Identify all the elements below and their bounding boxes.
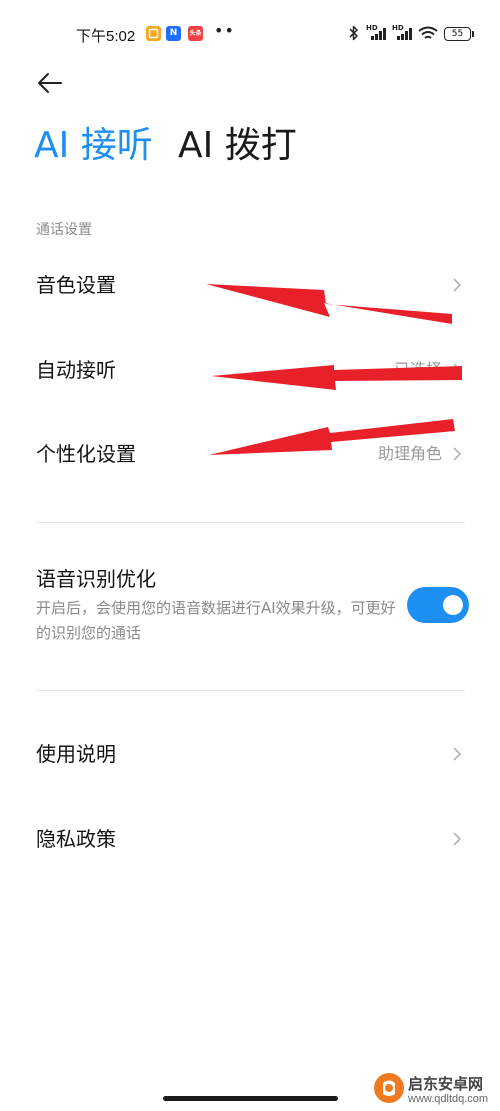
privacy-policy-label: 隐私政策 — [36, 827, 116, 851]
section-title-call-settings: 通话设置 — [36, 222, 92, 238]
wifi-icon — [418, 26, 438, 39]
signal-icon-1: HD — [366, 24, 388, 42]
status-time: 下午5:02 — [76, 28, 136, 45]
speech-optimization-title: 语音识别优化 — [36, 567, 156, 591]
n-app-icon: N — [166, 26, 181, 41]
personalization-label: 个性化设置 — [36, 442, 136, 466]
tab-ai-answer[interactable]: AI 接听 — [34, 122, 153, 170]
toggle-knob — [443, 595, 463, 615]
tab-ai-dial[interactable]: AI 拨打 — [178, 122, 297, 170]
chevron-right-icon — [453, 278, 462, 292]
notes-app-icon — [146, 26, 161, 41]
watermark-url: www.qdltdq.com — [408, 1093, 489, 1105]
auto-answer-label: 自动接听 — [36, 358, 116, 382]
list-item-instructions[interactable]: 使用说明 — [0, 725, 500, 785]
bluetooth-icon — [349, 25, 358, 41]
chevron-right-icon — [453, 363, 462, 377]
personalization-value: 助理角色 — [377, 444, 442, 463]
chevron-right-icon — [453, 832, 462, 846]
list-item-auto-answer[interactable]: 自动接听 已选择 — [0, 341, 500, 401]
chevron-right-icon — [453, 447, 462, 461]
chevron-right-icon — [453, 747, 462, 761]
more-notifications-icon: •• — [214, 21, 235, 40]
watermark-logo-icon — [374, 1073, 404, 1103]
list-item-privacy-policy[interactable]: 隐私政策 — [0, 810, 500, 870]
signal-icon-2: HD — [392, 24, 414, 42]
voice-settings-label: 音色设置 — [36, 273, 116, 297]
speech-optimization-toggle[interactable] — [407, 587, 469, 623]
auto-answer-value: 已选择 — [393, 360, 442, 379]
toutiao-app-icon: 头条 — [188, 26, 203, 41]
arrow-left-icon — [38, 73, 62, 93]
speech-optimization-description: 开启后，会使用您的语音数据进行AI效果升级，可更好的识别您的通话 — [36, 599, 396, 642]
list-item-personalization[interactable]: 个性化设置 助理角色 — [0, 425, 500, 485]
instructions-label: 使用说明 — [36, 742, 116, 766]
battery-indicator: 55 — [444, 27, 474, 41]
back-button[interactable] — [36, 70, 64, 96]
status-bar: 下午5:02 N 头条 •• HD HD 55 — [0, 0, 500, 70]
watermark-name: 启东安卓网 — [408, 1075, 484, 1093]
divider — [36, 690, 465, 691]
divider — [36, 522, 465, 523]
home-indicator[interactable] — [163, 1096, 338, 1101]
list-item-voice-settings[interactable]: 音色设置 — [0, 256, 500, 316]
